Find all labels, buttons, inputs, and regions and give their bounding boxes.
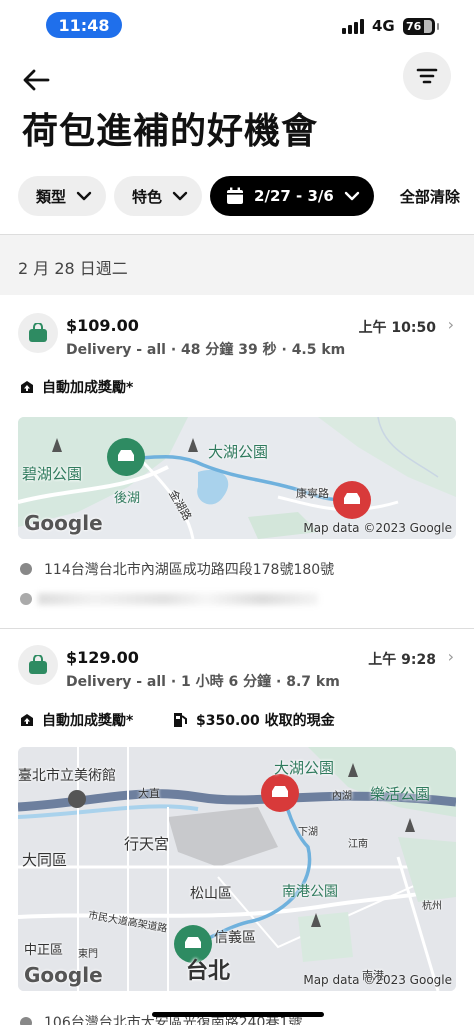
chevron-down-icon [344,191,360,201]
status-bar: 11:48 4G 76 [0,0,474,48]
delivery-bag-icon [18,313,58,353]
home-indicator [152,1012,324,1017]
map-label: 大直 [138,787,160,800]
map-label: 康寧路 [296,487,329,500]
cash-tag-label: $350.00 收取的現金 [196,713,335,729]
map-label: 信義區 [214,930,256,946]
chip-date-range[interactable]: 2/27 - 3/6 [210,176,374,216]
trip-time: 上午 10:50 [358,320,436,336]
route-map: 臺北市立美術館 大湖公園 樂活公園 行天宮 大同區 松山區 南港公園 信義區 中… [18,747,456,991]
boost-tag-label: 自動加成獎勵* [42,380,134,396]
map-label: 大湖公園 [274,759,335,777]
pickup-dot-icon [20,1017,32,1025]
boost-tag: 自動加成獎勵* [20,377,133,397]
map-label: 南港公園 [282,884,338,900]
trip-meta: Delivery - all · 48 分鐘 39 秒 · 4.5 km [66,342,346,358]
pickup-address: 114台灣台北市內湖區成功路四段178號180號 [44,562,335,578]
map-label: 行天宮 [124,835,170,853]
battery-icon: 76 [403,18,439,35]
map-label: 大湖公園 [208,443,269,461]
cash-icon [174,713,187,727]
trip-amount: $109.00 [66,316,139,335]
filter-chips: 類型 特色 2/27 - 3/6 全部清除 [18,176,460,216]
map-attribution: Map data ©2023 Google [303,521,452,535]
chip-feature[interactable]: 特色 [114,176,203,216]
boost-icon [21,714,33,726]
status-time: 11:48 [46,12,122,38]
filter-button[interactable] [403,52,451,100]
boost-tag-label: 自動加成獎勵* [42,713,134,729]
trip-amount: $129.00 [66,648,139,667]
page-title: 荷包進補的好機會 [22,111,319,152]
clear-all-button[interactable]: 全部清除 [400,186,460,207]
trip-card[interactable]: $129.00 Delivery - all · 1 小時 6 分鐘 · 8.7… [0,629,474,1025]
map-label: 內湖 [332,791,352,802]
chip-date-label: 2/27 - 3/6 [254,187,334,205]
network-type: 4G [372,17,395,35]
date-section-header: 2 月 28 日週二 [0,235,474,295]
trip-time: 上午 9:28 [368,652,436,668]
google-logo: Google [24,511,103,535]
chevron-right-icon: › [447,315,454,334]
chevron-down-icon [76,191,92,201]
map-label: 台北 [186,959,231,984]
trip-meta: Delivery - all · 1 小時 6 分鐘 · 8.7 km [66,674,340,690]
dropoff-dot-icon [20,593,32,605]
chevron-down-icon [172,191,188,201]
redacted-address [38,593,318,605]
chip-type-label: 類型 [36,187,67,206]
signal-icon [342,18,364,34]
map-label: 臺北市立美術館 [18,768,116,784]
map-label: 江南 [348,839,368,850]
map-label: 下湖 [298,827,318,838]
chevron-right-icon: › [447,647,454,666]
map-label: 杭州 [422,901,442,912]
google-logo: Google [24,963,103,987]
delivery-bag-icon [18,645,58,685]
map-label: 大同區 [22,851,68,869]
map-label: 後湖 [114,491,141,506]
battery-level: 76 [406,20,422,33]
date-section-label: 2 月 28 日週二 [18,259,128,278]
filter-icon [416,68,438,84]
pickup-dot-icon [20,563,32,575]
chip-feature-label: 特色 [132,187,163,206]
route-map: 大湖公園 碧湖公園 後湖 康寧路 金湖路 Google Map data ©20… [18,417,456,539]
map-label: 東門 [78,949,98,960]
calendar-icon [227,187,244,204]
back-arrow-icon [23,69,50,91]
trip-card[interactable]: $109.00 Delivery - all · 48 分鐘 39 秒 · 4.… [0,295,474,629]
map-label: 樂活公園 [370,785,431,803]
map-label: 松山區 [190,886,232,902]
cash-tag: $350.00 收取的現金 [172,710,335,730]
boost-icon [21,381,33,393]
back-button[interactable] [20,64,52,96]
boost-tag: 自動加成獎勵* [20,710,133,730]
chip-type[interactable]: 類型 [18,176,107,216]
map-label: 碧湖公園 [22,465,83,483]
map-label: 中正區 [24,943,64,958]
map-attribution: Map data ©2023 Google [303,973,452,987]
